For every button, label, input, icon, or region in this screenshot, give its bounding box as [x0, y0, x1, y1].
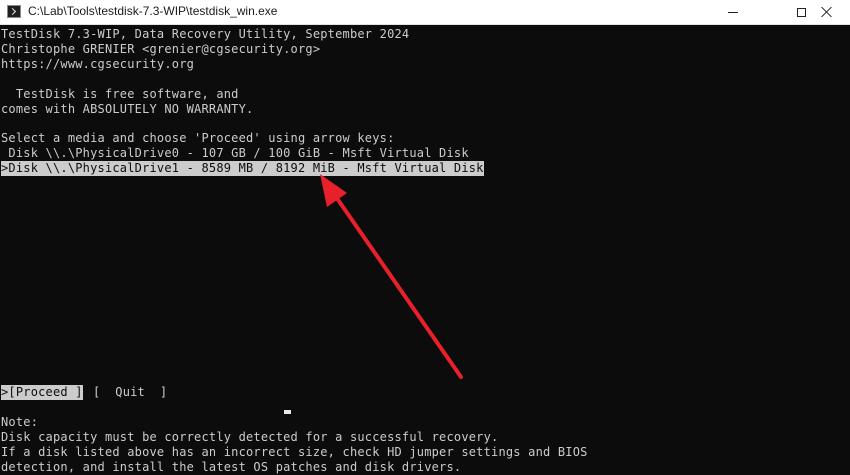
arrow-head	[320, 174, 347, 207]
annotation-arrow	[320, 174, 463, 379]
arrow-shaft	[332, 192, 463, 379]
